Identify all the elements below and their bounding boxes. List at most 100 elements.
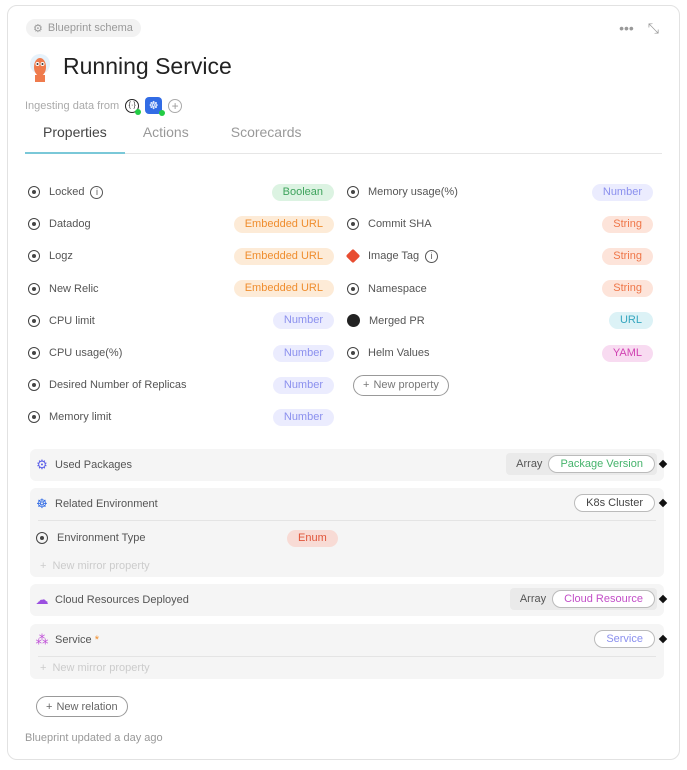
github-icon (347, 314, 360, 328)
properties-right-column: Memory usage(%) Number Commit SHA String Ima… (345, 176, 653, 434)
type-badge: Embedded URL (233, 247, 334, 265)
api-source-icon[interactable]: {·} (125, 98, 142, 115)
property-name: Logz (49, 250, 73, 263)
property-row[interactable]: CPU limit Number (28, 305, 334, 337)
microservice-icon: ⁂ (35, 632, 49, 647)
target-blueprint-pill[interactable]: Package Version (548, 455, 655, 473)
property-icon (28, 250, 40, 263)
relation-target: K8s Cluster (574, 494, 655, 512)
gear-icon: ⚙ (33, 22, 43, 35)
type-badge: Number (272, 376, 334, 394)
type-badge: Embedded URL (233, 215, 334, 233)
plus-icon: + (46, 700, 53, 713)
property-name: Memory usage(%) (368, 186, 458, 199)
ingest-sources: Ingesting data from {·} ☸ + (25, 97, 183, 116)
property-name: CPU limit (49, 314, 95, 327)
page-title: Running Service (63, 53, 232, 79)
property-name: Merged PR (369, 314, 425, 327)
more-icon[interactable]: ••• (619, 20, 634, 37)
property-name: CPU usage(%) (49, 347, 123, 360)
relation-block: ⚙ Used Packages Array Package Version (30, 449, 664, 481)
properties-left-column: Locked i Boolean Datadog Embedded URL Logz Emb… (28, 176, 334, 434)
tab-actions[interactable]: Actions (125, 122, 207, 154)
property-row[interactable]: Logz Embedded URL (28, 240, 334, 272)
plus-icon: + (363, 379, 370, 392)
property-row[interactable]: Datadog Embedded URL (28, 208, 334, 240)
relation-row[interactable]: ⁂ Service * Service (30, 624, 664, 656)
property-row[interactable]: New Relic Embedded URL (28, 273, 334, 305)
tabs: Properties Actions Scorecards (25, 122, 662, 154)
property-icon (347, 186, 359, 199)
add-source-icon[interactable]: + (168, 98, 183, 113)
property-icon (28, 186, 40, 199)
new-mirror-property-button[interactable]: + New mirror property (30, 555, 664, 577)
property-icon (28, 411, 40, 424)
property-icon (347, 282, 359, 295)
git-icon (345, 249, 361, 264)
property-icon (347, 347, 359, 360)
property-row[interactable]: Locked i Boolean (28, 176, 334, 208)
relation-row[interactable]: ☸ Related Environment K8s Cluster (30, 488, 664, 520)
tab-properties[interactable]: Properties (25, 122, 125, 154)
relation-row[interactable]: ☁ Cloud Resources Deployed Array Cloud Reso… (30, 584, 664, 616)
kubernetes-source-icon[interactable]: ☸ (145, 97, 166, 116)
type-badge: Number (272, 344, 334, 362)
property-row[interactable]: CPU usage(%) Number (28, 337, 334, 369)
collapse-icon[interactable]: ⤡ (648, 20, 659, 37)
tab-scorecards[interactable]: Scorecards (207, 122, 320, 154)
property-name: Image Tag (368, 250, 420, 263)
new-mirror-property-button[interactable]: + New mirror property (30, 657, 664, 679)
relation-block: ☁ Cloud Resources Deployed Array Cloud Reso… (30, 584, 664, 616)
property-name: Memory limit (49, 411, 112, 424)
type-badge: Number (591, 183, 653, 201)
property-row[interactable]: Namespace String (347, 273, 653, 305)
relation-row[interactable]: ⚙ Used Packages Array Package Version (30, 449, 664, 481)
type-badge: Number (272, 408, 334, 426)
blueprint-schema-chip[interactable]: ⚙ Blueprint schema (26, 19, 141, 37)
property-icon (36, 532, 48, 544)
property-row[interactable]: Merged PR URL (347, 305, 653, 337)
new-relation-button[interactable]: + New relation (36, 696, 128, 717)
target-blueprint-pill[interactable]: K8s Cluster (574, 494, 655, 512)
property-icon (28, 218, 40, 231)
info-icon[interactable]: i (425, 249, 439, 263)
type-badge: URL (608, 312, 653, 330)
target-blueprint-pill[interactable]: Service (594, 630, 655, 648)
property-row[interactable]: Memory limit Number (28, 401, 334, 433)
property-row[interactable]: Helm Values YAML (347, 337, 653, 369)
new-property-button[interactable]: + New property (353, 374, 449, 396)
type-badge: Number (272, 312, 334, 330)
argo-logo-icon (30, 54, 50, 82)
type-badge: Embedded URL (233, 280, 334, 298)
property-name: Desired Number of Replicas (49, 379, 187, 392)
property-row[interactable]: Image Tag i String (345, 240, 653, 272)
type-badge: YAML (601, 344, 653, 362)
property-icon (28, 282, 40, 295)
relation-target: Array Cloud Resource (509, 588, 657, 610)
property-row[interactable]: Desired Number of Replicas Number (28, 369, 334, 401)
kubernetes-icon: ☸ (36, 496, 48, 511)
property-name: New Relic (49, 282, 99, 295)
type-badge: Boolean (271, 183, 334, 201)
type-badge: String (602, 280, 653, 298)
relation-target: Service (594, 630, 655, 648)
target-blueprint-pill[interactable]: Cloud Resource (552, 590, 655, 608)
cloud-icon: ☁ (35, 592, 49, 607)
property-icon (28, 347, 40, 360)
info-icon[interactable]: i (90, 185, 104, 199)
property-name: Commit SHA (368, 218, 432, 231)
property-name: Helm Values (368, 347, 430, 360)
plus-icon: + (40, 560, 47, 572)
property-row[interactable]: Commit SHA String (347, 208, 653, 240)
type-badge: String (602, 215, 653, 233)
type-badge: String (602, 247, 653, 265)
property-name: Namespace (368, 282, 427, 295)
blueprint-card: ⚙ Blueprint schema ••• ⤡ Running Service I… (7, 5, 680, 760)
mirror-property-row[interactable]: Environment Type Enum (30, 521, 664, 555)
property-row[interactable]: Memory usage(%) Number (347, 176, 653, 208)
property-icon (28, 314, 40, 327)
relation-target: Array Package Version (506, 453, 657, 475)
package-icon: ⚙ (36, 457, 48, 472)
relation-block: ⁂ Service * Service + New mirror property (30, 624, 664, 679)
type-badge: Enum (287, 529, 338, 547)
